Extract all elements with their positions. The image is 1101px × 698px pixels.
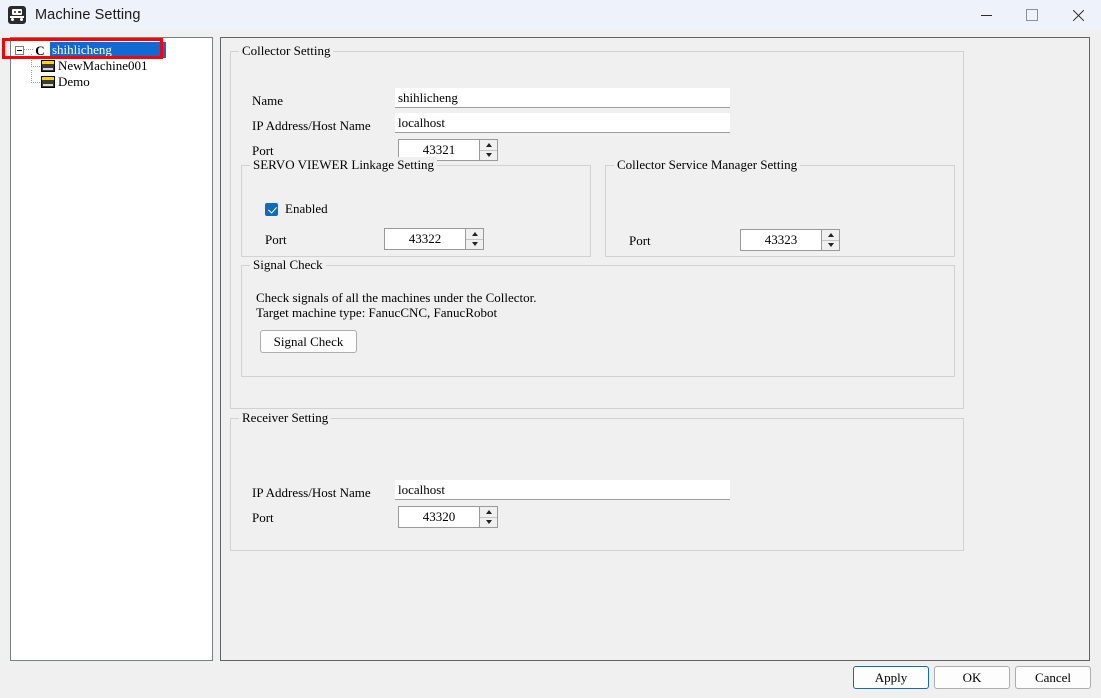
chevron-up-icon	[827, 232, 834, 237]
csm-port-input[interactable]	[741, 230, 821, 250]
cancel-button[interactable]: Cancel	[1015, 666, 1091, 689]
window-title: Machine Setting	[35, 7, 141, 23]
chevron-down-icon	[827, 243, 834, 248]
receiver-port-stepper[interactable]	[398, 506, 498, 528]
stepper-buttons[interactable]	[479, 140, 497, 160]
machine-tree-panel[interactable]: C shihlicheng NewMachine001 Demo	[10, 37, 213, 661]
minimize-button[interactable]	[963, 0, 1009, 30]
group-title: Collector Service Manager Setting	[614, 157, 801, 173]
chevron-up-icon	[485, 142, 492, 147]
machine-icon	[41, 76, 55, 88]
group-collector-setting: Collector Setting Name IP Address/Host N…	[230, 43, 964, 409]
stepper-buttons[interactable]	[479, 507, 497, 527]
tree-row-newmachine001[interactable]: NewMachine001	[11, 54, 212, 74]
group-title: SERVO VIEWER Linkage Setting	[250, 157, 438, 173]
label-receiver-ip: IP Address/Host Name	[252, 485, 371, 500]
stepper-buttons[interactable]	[821, 230, 839, 250]
group-servo-viewer-linkage: SERVO VIEWER Linkage Setting Enabled Por…	[241, 157, 591, 257]
chevron-down-icon	[471, 242, 478, 247]
tree-row-root[interactable]: C shihlicheng	[11, 42, 212, 58]
stepper-up-button[interactable]	[480, 507, 497, 518]
group-title: Receiver Setting	[239, 410, 332, 426]
servo-port-stepper[interactable]	[384, 228, 484, 250]
tree-item-label[interactable]: Demo	[58, 74, 90, 90]
close-button[interactable]	[1055, 0, 1101, 30]
name-input[interactable]	[395, 88, 730, 108]
servo-enabled-label: Enabled	[285, 201, 328, 216]
tree-root-label[interactable]: shihlicheng	[50, 42, 166, 58]
receiver-ip-input[interactable]	[395, 480, 730, 500]
apply-button[interactable]: Apply	[853, 666, 929, 689]
settings-panel: Collector Setting Name IP Address/Host N…	[220, 37, 1090, 661]
group-receiver-setting: Receiver Setting IP Address/Host Name Po…	[230, 410, 964, 551]
tree-connector	[24, 49, 33, 51]
label-csm-port: Port	[629, 233, 651, 248]
signal-check-button[interactable]: Signal Check	[260, 330, 357, 353]
group-title: Collector Setting	[239, 43, 334, 59]
maximize-button[interactable]	[1009, 0, 1055, 30]
machine-icon	[41, 60, 55, 72]
title-bar: Machine Setting	[0, 0, 1101, 30]
close-icon	[1072, 9, 1084, 21]
checkbox-checked-icon[interactable]	[265, 202, 278, 216]
minimize-icon	[980, 14, 992, 16]
group-signal-check: Signal Check Check signals of all the ma…	[241, 257, 955, 377]
label-receiver-port: Port	[252, 510, 274, 525]
tree-connector	[31, 54, 40, 67]
tree-item-label[interactable]: NewMachine001	[58, 58, 148, 74]
servo-port-input[interactable]	[385, 229, 465, 249]
tree-connector	[31, 70, 40, 83]
chevron-up-icon	[471, 231, 478, 236]
group-title: Signal Check	[250, 257, 326, 273]
ok-button[interactable]: OK	[934, 666, 1010, 689]
stepper-down-button[interactable]	[480, 517, 497, 527]
chevron-down-icon	[485, 153, 492, 158]
label-name: Name	[252, 93, 284, 108]
tree-row-demo[interactable]: Demo	[11, 70, 212, 90]
stepper-up-button[interactable]	[480, 140, 497, 151]
maximize-icon	[1026, 9, 1038, 21]
group-collector-service-manager: Collector Service Manager Setting Port	[605, 157, 955, 257]
label-ip-address: IP Address/Host Name	[252, 118, 371, 133]
stepper-buttons[interactable]	[465, 229, 483, 249]
ip-address-input[interactable]	[395, 113, 730, 133]
stepper-down-button[interactable]	[466, 239, 483, 249]
stepper-up-button[interactable]	[822, 230, 839, 241]
chevron-down-icon	[485, 520, 492, 525]
servo-enabled-checkbox[interactable]: Enabled	[265, 201, 328, 217]
csm-port-stepper[interactable]	[740, 229, 840, 251]
signal-check-description: Check signals of all the machines under …	[256, 290, 537, 320]
machine-robot-icon	[8, 6, 26, 24]
receiver-port-input[interactable]	[399, 507, 479, 527]
stepper-up-button[interactable]	[466, 229, 483, 240]
chevron-up-icon	[485, 509, 492, 514]
label-servo-port: Port	[265, 232, 287, 247]
stepper-down-button[interactable]	[822, 240, 839, 250]
collapse-expander-icon[interactable]	[15, 45, 24, 55]
stepper-down-button[interactable]	[480, 150, 497, 160]
